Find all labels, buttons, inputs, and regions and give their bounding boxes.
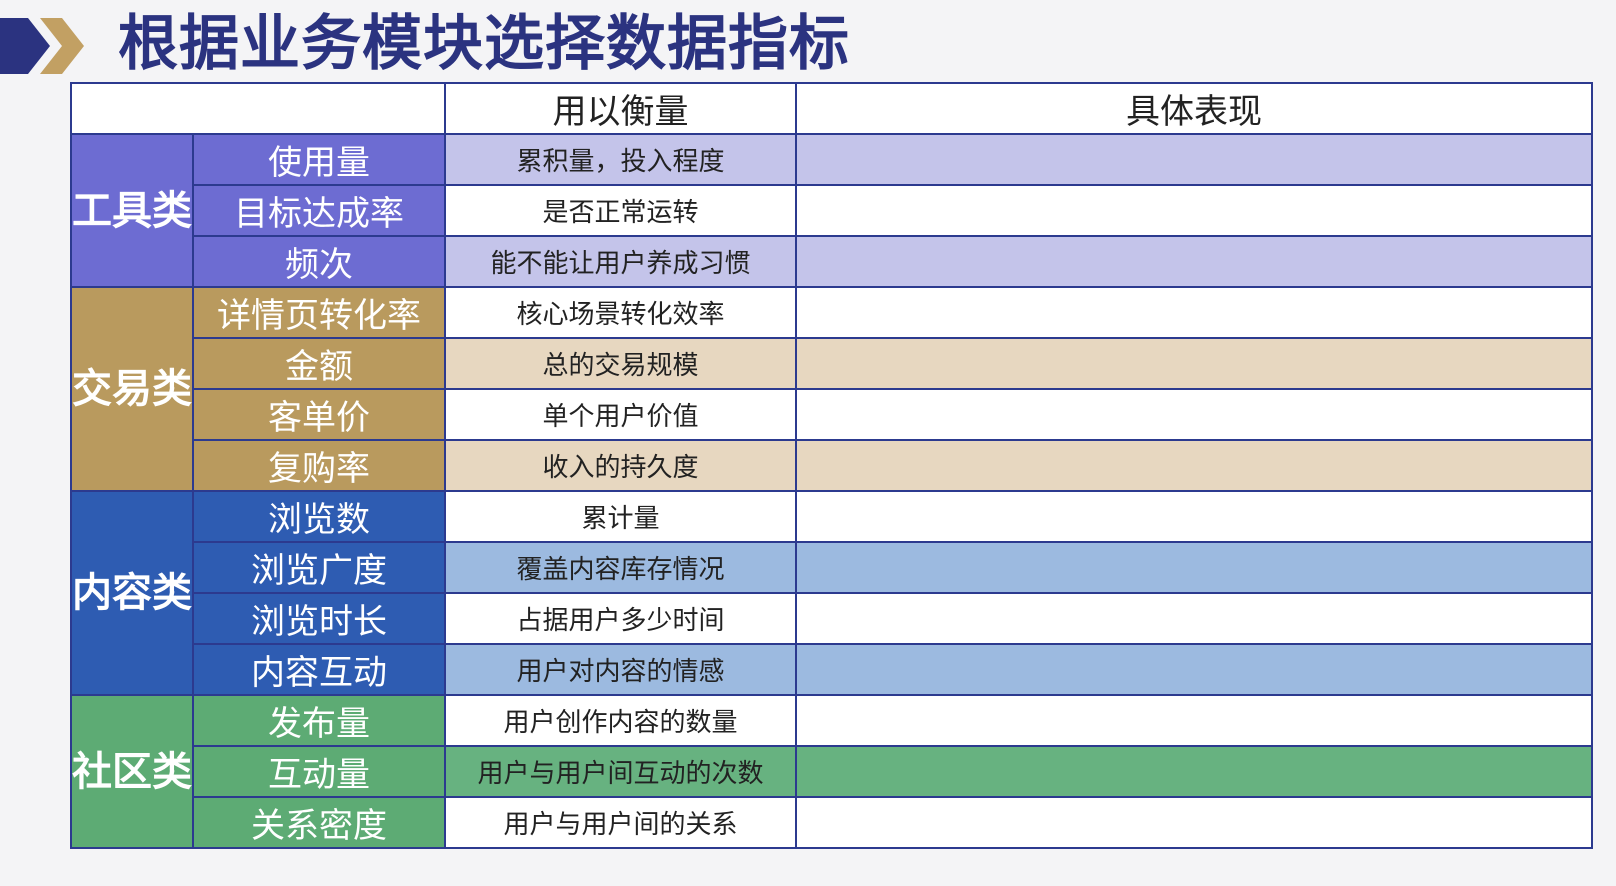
detail-cell (795, 745, 1593, 798)
table-row: 互动量 用户与用户间互动的次数 (71, 745, 1593, 798)
measure-cell: 累积量，投入程度 (444, 133, 797, 186)
header-empty (70, 82, 446, 135)
measure-cell: 占据用户多少时间 (444, 592, 797, 645)
detail-cell (795, 694, 1593, 747)
page-title: 根据业务模块选择数据指标 (118, 9, 850, 79)
table-row: 关系密度 用户与用户间的关系 (71, 796, 1593, 849)
double-chevron-icon (0, 18, 84, 74)
table-header-row: 用以衡量 具体表现 (70, 82, 1593, 135)
measure-cell: 用户与用户间的关系 (444, 796, 797, 849)
metric-cell: 关系密度 (192, 796, 446, 849)
table-row: 浏览广度 覆盖内容库存情况 (71, 541, 1593, 594)
metric-cell: 金额 (192, 337, 446, 390)
detail-cell (795, 388, 1593, 441)
measure-cell: 用户与用户间互动的次数 (444, 745, 797, 798)
metric-cell: 内容互动 (192, 643, 446, 696)
category-trade: 交易类 (70, 286, 194, 492)
measure-cell: 用户创作内容的数量 (444, 694, 797, 747)
table-row: 内容互动 用户对内容的情感 (71, 643, 1593, 696)
detail-cell (795, 439, 1593, 492)
category-label: 工具类 (72, 187, 192, 234)
detail-cell (795, 796, 1593, 849)
measure-cell: 核心场景转化效率 (444, 286, 797, 339)
header-detail: 具体表现 (795, 82, 1593, 135)
header-measure: 用以衡量 (444, 82, 797, 135)
metric-cell: 复购率 (192, 439, 446, 492)
measure-cell: 能不能让用户养成习惯 (444, 235, 797, 288)
measure-cell: 单个用户价值 (444, 388, 797, 441)
detail-cell (795, 643, 1593, 696)
detail-cell (795, 541, 1593, 594)
table-row: 客单价 单个用户价值 (71, 388, 1593, 441)
table-row: 频次 能不能让用户养成习惯 (71, 235, 1593, 288)
metric-cell: 发布量 (192, 694, 446, 747)
measure-cell: 累计量 (444, 490, 797, 543)
slide-header: 根据业务模块选择数据指标 (0, 0, 1616, 86)
table-row: 工具类 使用量 累积量，投入程度 (70, 133, 1593, 288)
detail-cell (795, 184, 1593, 237)
metric-cell: 频次 (192, 235, 446, 288)
metric-cell: 使用量 (192, 133, 446, 186)
metric-cell: 详情页转化率 (192, 286, 446, 339)
table-row: 交易类 详情页转化率 核心场景转化效率 (70, 286, 1593, 492)
detail-cell (795, 133, 1593, 186)
measure-cell: 总的交易规模 (444, 337, 797, 390)
table-row: 浏览时长 占据用户多少时间 (71, 592, 1593, 645)
table-row: 复购率 收入的持久度 (71, 439, 1593, 492)
metric-cell: 浏览数 (192, 490, 446, 543)
table-row: 金额 总的交易规模 (71, 337, 1593, 390)
measure-cell: 是否正常运转 (444, 184, 797, 237)
metric-cell: 浏览时长 (192, 592, 446, 645)
measure-cell: 用户对内容的情感 (444, 643, 797, 696)
detail-cell (795, 286, 1593, 339)
category-social: 社区类 (70, 694, 194, 849)
metric-cell: 互动量 (192, 745, 446, 798)
metric-cell: 客单价 (192, 388, 446, 441)
detail-cell (795, 592, 1593, 645)
detail-cell (795, 490, 1593, 543)
measure-cell: 覆盖内容库存情况 (444, 541, 797, 594)
category-label: 交易类 (72, 366, 192, 412)
category-tool: 工具类 (70, 133, 194, 288)
measure-cell: 收入的持久度 (444, 439, 797, 492)
metrics-table: 用以衡量 具体表现 工具类 使用量 累积量，投入程度 目标达成率 是否正常运转 … (70, 82, 1593, 849)
table-row: 内容类 浏览数 累计量 (70, 490, 1593, 696)
metric-cell: 目标达成率 (192, 184, 446, 237)
table-row: 目标达成率 是否正常运转 (71, 184, 1593, 237)
metric-cell: 浏览广度 (192, 541, 446, 594)
table-row: 社区类 发布量 用户创作内容的数量 (70, 694, 1593, 849)
category-label: 内容类 (72, 570, 192, 616)
category-content: 内容类 (70, 490, 194, 696)
category-label: 社区类 (72, 748, 192, 795)
detail-cell (795, 235, 1593, 288)
detail-cell (795, 337, 1593, 390)
